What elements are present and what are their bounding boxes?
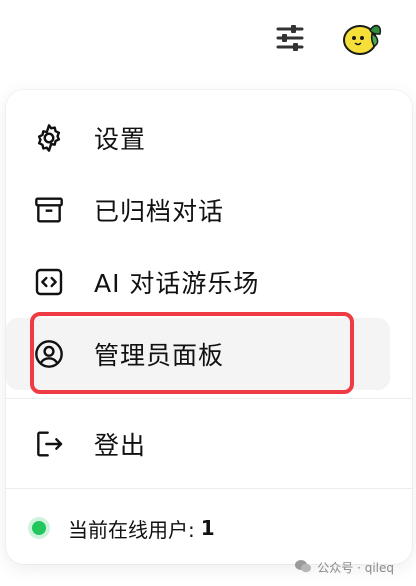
- gear-icon: [32, 121, 66, 155]
- watermark: 公众号 · qileq: [295, 559, 394, 576]
- menu-item-label: 登出: [94, 431, 147, 460]
- divider: [6, 488, 412, 489]
- menu-item-label: 设置: [94, 125, 147, 154]
- menu-item-settings[interactable]: 设置: [6, 102, 412, 174]
- online-users-status: 当前在线用户: 1: [26, 508, 215, 548]
- menu-item-label: AI 对话游乐场: [94, 269, 260, 298]
- menu-item-logout[interactable]: 登出: [6, 408, 412, 480]
- user-circle-icon: [32, 337, 66, 371]
- menu-item-label: 已归档对话: [94, 197, 225, 226]
- menu-item-admin-panel[interactable]: 管理员面板: [6, 318, 390, 390]
- archive-icon: [32, 193, 66, 227]
- menu-item-archived-chats[interactable]: 已归档对话: [6, 174, 412, 246]
- sliders-icon[interactable]: [270, 18, 310, 58]
- code-icon: [32, 265, 66, 299]
- wechat-icon: [295, 559, 312, 576]
- user-dropdown-menu: 设置 已归档对话 AI 对话游乐场 管理员面板 登出 当前在线用户: 1: [6, 90, 412, 564]
- divider: [6, 398, 412, 399]
- menu-item-label: 管理员面板: [94, 341, 225, 370]
- watermark-text: 公众号 · qileq: [317, 561, 394, 575]
- online-users-label: 当前在线用户:: [68, 517, 195, 542]
- online-users-count: 1: [200, 516, 215, 540]
- menu-item-ai-playground[interactable]: AI 对话游乐场: [6, 246, 412, 318]
- top-bar: [0, 0, 416, 80]
- avatar[interactable]: [340, 16, 384, 60]
- lemon-avatar-icon: [343, 24, 382, 55]
- logout-icon: [32, 427, 66, 461]
- online-status-dot: [32, 521, 46, 535]
